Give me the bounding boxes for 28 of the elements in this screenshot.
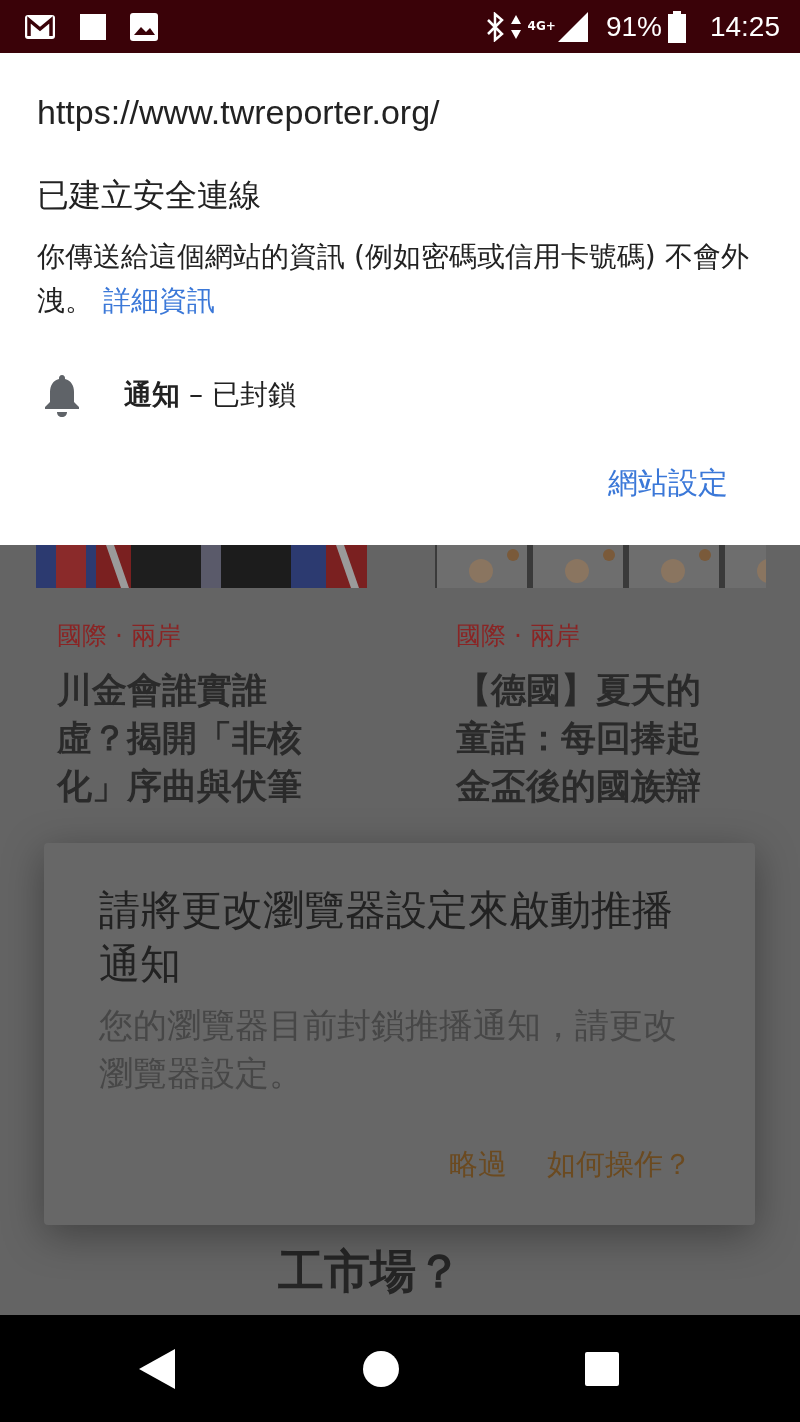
how-to-button[interactable]: 如何操作？	[539, 1141, 700, 1189]
mail-icon	[24, 13, 56, 40]
battery-icon	[667, 10, 686, 43]
network-label: 4G+	[527, 18, 556, 33]
article-category[interactable]: 國際 · 兩岸	[57, 618, 367, 654]
article-category[interactable]: 國際 · 兩岸	[456, 618, 766, 654]
permission-status[interactable]: 通知 – 已封鎖	[124, 376, 296, 414]
site-settings-link[interactable]: 網站設定	[608, 463, 728, 504]
connection-description: 你傳送給這個網站的資訊 (例如密碼或信用卡號碼) 不會外洩。 詳細資訊	[37, 239, 750, 319]
article-headline[interactable]: 【德國】夏天的童話：每回捧起金盃後的國族辯	[456, 666, 712, 810]
recents-icon	[585, 1351, 619, 1386]
details-link[interactable]: 詳細資訊	[103, 284, 215, 317]
signal-icon	[557, 11, 588, 42]
dialog-title: 請將更改瀏覽器設定來啟動推播通知	[99, 885, 674, 990]
bell-icon	[44, 373, 80, 417]
battery-percent: 91%	[605, 10, 662, 43]
site-url: https://www.twreporter.org/	[37, 92, 441, 133]
home-icon	[363, 1350, 399, 1387]
clock-time: 14:25	[709, 10, 780, 43]
data-arrows-icon	[509, 13, 522, 40]
article-headline[interactable]: 川金會誰實誰虛？揭開「非核化」序曲與伏筆	[57, 666, 313, 810]
connection-title: 已建立安全連線	[37, 175, 262, 216]
skip-button[interactable]: 略過	[441, 1141, 515, 1189]
bluetooth-icon	[485, 11, 504, 42]
article-headline[interactable]: 工市場？	[278, 1241, 522, 1301]
image-icon	[130, 12, 158, 41]
square-icon	[80, 13, 106, 40]
back-icon	[137, 1346, 177, 1391]
